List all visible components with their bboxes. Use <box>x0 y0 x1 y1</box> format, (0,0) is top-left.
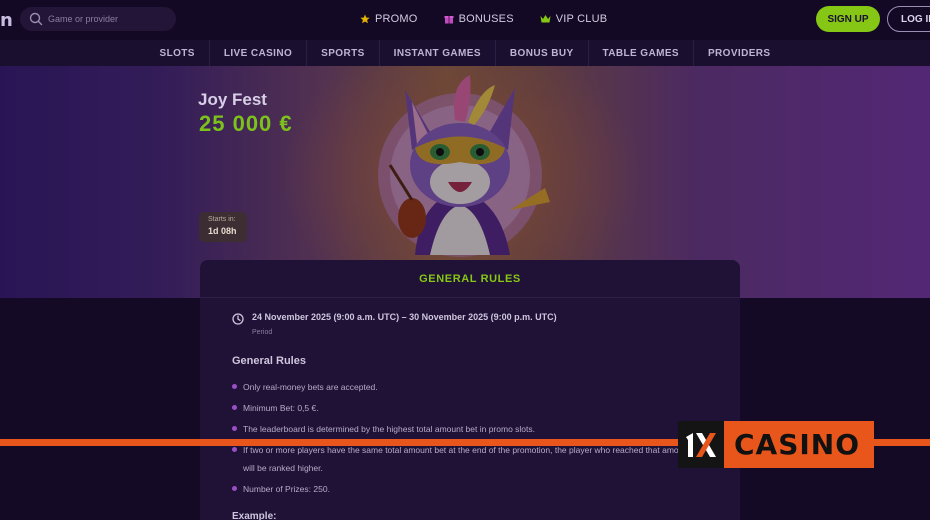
search-input[interactable] <box>48 14 168 24</box>
search-box[interactable] <box>20 7 176 31</box>
sign-up-button[interactable]: SIGN UP <box>816 6 880 32</box>
nav-bonuses[interactable]: BONUSES <box>444 13 514 25</box>
countdown-value: 1d 08h <box>208 226 237 236</box>
category-table-games[interactable]: TABLE GAMES <box>589 40 694 66</box>
list-item: Only real-money bets are accepted. <box>232 378 712 396</box>
promo-title: Joy Fest <box>198 90 267 109</box>
general-rules-title: General Rules <box>232 355 306 367</box>
promo-period-dates: 24 November 2025 (9:00 a.m. UTC) – 30 No… <box>252 312 557 322</box>
star-icon <box>360 14 370 24</box>
example-title: Example: <box>232 511 277 520</box>
nav-bonuses-label: BONUSES <box>458 13 514 25</box>
countdown-badge: Starts in: 1d 08h <box>199 212 247 242</box>
list-item: The leaderboard is determined by the hig… <box>232 420 712 438</box>
nav-promo[interactable]: PROMO <box>360 13 418 25</box>
top-bar: n PROMO BONUSES VIP CLUB <box>0 0 930 40</box>
promo-prize-amount: 25 000 € <box>199 111 293 136</box>
category-providers[interactable]: PROVIDERS <box>694 40 785 66</box>
nav-vip-club-label: VIP CLUB <box>555 13 608 25</box>
rules-card-heading: GENERAL RULES <box>200 260 740 298</box>
category-slots[interactable]: SLOTS <box>146 40 210 66</box>
category-live-casino[interactable]: LIVE CASINO <box>210 40 308 66</box>
watermark-logo: CASINO <box>678 421 875 468</box>
gift-icon <box>444 16 454 24</box>
brand-mark-icon <box>686 432 716 457</box>
top-nav: PROMO BONUSES VIP CLUB <box>360 0 633 38</box>
crown-icon <box>540 15 551 23</box>
category-sports[interactable]: SPORTS <box>307 40 380 66</box>
countdown-label: Starts in: <box>208 216 236 223</box>
clock-icon <box>232 313 244 325</box>
site-logo[interactable]: n <box>0 10 13 31</box>
nav-vip-club[interactable]: VIP CLUB <box>540 13 608 25</box>
category-bar: SLOTS LIVE CASINO SPORTS INSTANT GAMES B… <box>0 40 930 66</box>
list-item: Number of Prizes: 250. <box>232 480 712 498</box>
list-item: Minimum Bet: 0,5 €. <box>232 399 712 417</box>
list-item: If two or more players have the same tot… <box>232 441 712 477</box>
log-in-button[interactable]: LOG IN <box>887 6 930 32</box>
watermark-mark <box>678 421 724 468</box>
category-instant-games[interactable]: INSTANT GAMES <box>380 40 496 66</box>
nav-promo-label: PROMO <box>375 13 418 25</box>
promo-period-label: Period <box>252 329 273 336</box>
rules-card: GENERAL RULES 24 November 2025 (9:00 a.m… <box>200 260 740 520</box>
category-bonus-buy[interactable]: BONUS BUY <box>496 40 589 66</box>
promo-period-caption-row: Period <box>232 325 272 336</box>
watermark-word: CASINO <box>724 421 875 468</box>
promo-period: 24 November 2025 (9:00 a.m. UTC) – 30 No… <box>232 312 557 325</box>
search-icon <box>29 12 43 26</box>
